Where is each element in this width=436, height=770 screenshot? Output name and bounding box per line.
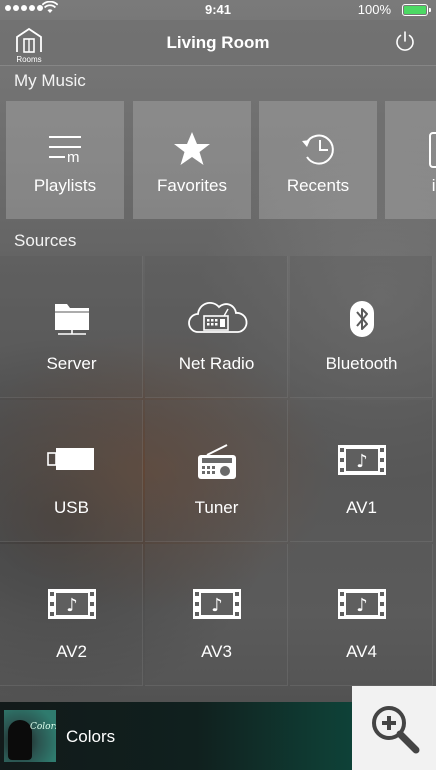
my-music-label: Recents — [286, 176, 350, 195]
status-bar: 9:41 100% — [0, 0, 436, 20]
source-label: Server — [46, 354, 97, 373]
my-music-heading: My Music — [14, 71, 86, 90]
battery-percent: 100% — [357, 2, 391, 17]
source-bluetooth[interactable]: Bluetooth — [290, 256, 433, 398]
svg-text:♪: ♪ — [356, 451, 368, 472]
history-clock-icon — [302, 134, 334, 165]
my-music-label: iPh — [431, 176, 436, 195]
film-music-icon: ♪ — [337, 589, 386, 619]
film-music-icon: ♪ — [47, 589, 96, 619]
source-label: Tuner — [194, 498, 239, 517]
svg-text:♪: ♪ — [211, 595, 223, 616]
sources-heading: Sources — [14, 231, 77, 250]
album-art: Colors — [4, 710, 56, 762]
my-music-iphone[interactable]: iPh — [385, 101, 436, 219]
source-av2[interactable]: ♪ AV2 — [0, 544, 143, 686]
battery-icon — [402, 4, 431, 16]
my-music-recents[interactable]: Recents — [259, 101, 377, 219]
power-icon[interactable] — [394, 30, 416, 52]
page-title: Living Room — [166, 33, 270, 52]
source-label: AV4 — [346, 642, 377, 661]
source-usb[interactable]: USB — [0, 400, 143, 542]
zoom-in-button[interactable] — [352, 686, 436, 770]
folder-icon — [54, 304, 89, 335]
source-label: AV1 — [346, 498, 377, 517]
source-server[interactable]: Server — [0, 256, 143, 398]
my-music-playlists[interactable]: m Playlists — [6, 101, 124, 219]
source-label: Bluetooth — [325, 354, 398, 373]
source-av3[interactable]: ♪ AV3 — [145, 544, 288, 686]
star-icon — [174, 132, 210, 165]
album-art-script: Colors — [30, 722, 56, 732]
my-music-label: Favorites — [157, 176, 227, 195]
nav-bar: Rooms Living Room — [0, 20, 436, 66]
sources-grid: Server Net Radio Bluetooth USB Tuner ♪ A… — [0, 256, 436, 702]
zoom-in-icon — [372, 706, 420, 754]
film-music-icon: ♪ — [192, 589, 241, 619]
source-label: AV3 — [201, 642, 232, 661]
my-music-strip[interactable]: m Playlists Favorites Recents iPh — [0, 101, 436, 219]
source-av4[interactable]: ♪ AV4 — [290, 544, 433, 686]
radio-icon — [197, 444, 236, 479]
source-label: Net Radio — [178, 354, 255, 373]
playlist-icon: m — [49, 136, 81, 165]
my-music-label: Playlists — [33, 176, 97, 195]
phone-icon — [429, 132, 436, 168]
film-music-icon: ♪ — [337, 445, 386, 475]
source-label: AV2 — [56, 642, 87, 661]
source-av1[interactable]: ♪ AV1 — [290, 400, 433, 542]
bluetooth-icon — [349, 301, 374, 337]
my-music-favorites[interactable]: Favorites — [133, 101, 251, 219]
cloud-radio-icon — [187, 302, 247, 333]
usb-stick-icon — [46, 448, 94, 470]
svg-text:m: m — [67, 149, 80, 165]
svg-text:♪: ♪ — [356, 595, 368, 616]
svg-text:♪: ♪ — [66, 595, 78, 616]
now-playing-track: Colors — [66, 727, 116, 746]
source-label: USB — [54, 498, 89, 517]
source-net-radio[interactable]: Net Radio — [145, 256, 288, 398]
rooms-label: Rooms — [16, 55, 42, 64]
source-tuner[interactable]: Tuner — [145, 400, 288, 542]
